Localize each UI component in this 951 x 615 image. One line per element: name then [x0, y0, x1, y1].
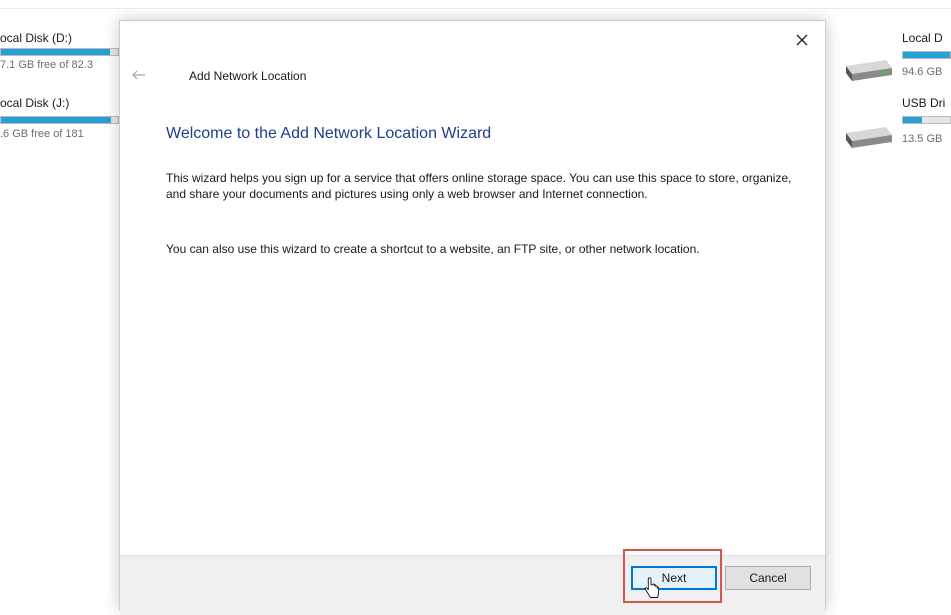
drive-label: Local D	[902, 31, 943, 45]
drive-label: USB Dri	[902, 96, 946, 110]
drive-usage-bar	[902, 116, 951, 124]
back-arrow-icon	[132, 70, 145, 80]
drive-usage-bar	[0, 48, 119, 56]
mouse-cursor-icon	[644, 577, 660, 598]
drive-label: ocal Disk (D:)	[0, 31, 73, 45]
dialog-title: Add Network Location	[189, 69, 307, 83]
back-button[interactable]	[128, 64, 150, 86]
close-button[interactable]	[789, 27, 815, 53]
drive-free-space: .6 GB free of 181	[0, 128, 84, 140]
drive-free-space: 7.1 GB free of 82.3	[0, 59, 93, 71]
drive-usage-bar	[0, 116, 119, 124]
add-network-location-dialog: Add Network Location Welcome to the Add …	[119, 20, 826, 615]
drive-usage-bar	[902, 51, 951, 59]
drive-free-space: 13.5 GB	[902, 133, 943, 145]
usb-drive-icon	[846, 127, 892, 148]
next-button-highlight	[623, 549, 722, 603]
hard-drive-icon	[846, 60, 892, 81]
wizard-description: This wizard helps you sign up for a serv…	[166, 171, 792, 201]
drive-label: ocal Disk (J:)	[0, 96, 70, 110]
drive-free-space: 94.6 GB	[902, 66, 943, 78]
wizard-description-secondary: You can also use this wizard to create a…	[166, 242, 700, 256]
wizard-heading: Welcome to the Add Network Location Wiza…	[166, 125, 492, 142]
cancel-button[interactable]: Cancel	[725, 566, 811, 590]
window-top-divider	[0, 8, 951, 9]
close-icon	[796, 34, 808, 46]
